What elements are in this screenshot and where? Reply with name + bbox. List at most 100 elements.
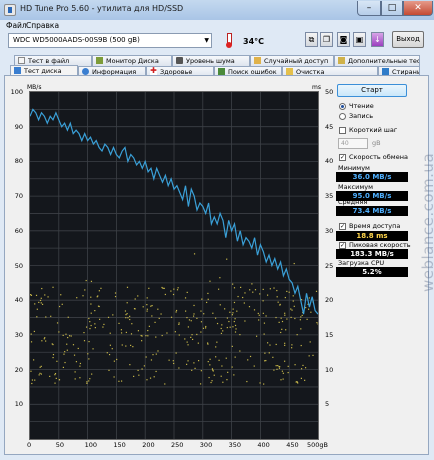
access-time-point <box>202 327 205 329</box>
access-time-point <box>277 301 279 303</box>
write-label: Запись <box>349 112 374 120</box>
access-time-point <box>216 341 218 343</box>
access-time-point <box>54 374 56 376</box>
access-time-point <box>225 357 227 359</box>
tab-disk-monitor[interactable]: Монитор Диска <box>92 55 172 66</box>
access-time-point <box>296 334 298 336</box>
access-time-point <box>89 327 91 330</box>
access-time-point <box>86 381 88 383</box>
access-time-point <box>126 286 129 288</box>
access-time-point <box>124 310 127 312</box>
access-time-point <box>193 253 196 255</box>
access-time-point <box>254 289 257 291</box>
burst-rate-checkbox[interactable]: ✓ <box>339 242 346 249</box>
minimum-label: Минимум <box>338 164 370 172</box>
save-icon[interactable]: ▣ <box>353 32 366 47</box>
access-time-point <box>39 299 42 302</box>
access-time-point <box>113 376 115 378</box>
access-time-point <box>294 317 296 320</box>
access-time-point <box>284 312 286 314</box>
access-time-point <box>192 315 195 317</box>
access-time-point <box>212 370 214 372</box>
access-time-point <box>257 312 259 315</box>
access-time-point <box>235 328 237 330</box>
access-time-point <box>209 358 211 360</box>
access-time-point <box>40 302 42 304</box>
access-time-point <box>125 314 127 316</box>
tests-icon <box>338 57 345 64</box>
access-time-point <box>280 379 282 381</box>
maximize-button[interactable]: □ <box>381 1 403 16</box>
copy-icon[interactable]: ⧉ <box>305 32 318 47</box>
access-time-point <box>279 304 281 306</box>
access-time-point <box>178 334 180 336</box>
write-radio[interactable] <box>339 113 346 120</box>
tab-random-access[interactable]: Случайный доступ <box>250 55 334 66</box>
minimize-button[interactable]: – <box>357 1 381 16</box>
menu-help[interactable]: Справка <box>26 21 59 30</box>
access-time-point <box>166 332 168 334</box>
access-time-point <box>43 338 45 340</box>
access-time-point <box>51 343 53 345</box>
access-time-point <box>293 305 295 307</box>
close-button[interactable]: ✕ <box>403 1 433 16</box>
copy-all-icon[interactable]: ❐ <box>320 32 333 47</box>
access-time-point <box>146 310 148 312</box>
access-time-point <box>263 383 265 385</box>
access-time-point <box>312 354 314 356</box>
access-time-point <box>145 356 147 358</box>
access-time-point <box>280 317 282 319</box>
access-time-point <box>234 324 237 327</box>
menu-file[interactable]: Файл <box>6 21 27 30</box>
access-time-point <box>196 317 198 319</box>
access-time-point <box>85 326 88 328</box>
access-time-point <box>121 344 123 346</box>
access-time-point <box>222 381 224 383</box>
short-step-checkbox[interactable] <box>339 127 346 134</box>
access-time-point <box>233 287 236 289</box>
start-button[interactable]: Старт <box>337 84 407 97</box>
tab-extra-tests[interactable]: Дополнительные тесты <box>334 55 420 66</box>
access-time-point <box>39 372 41 374</box>
access-time-checkbox[interactable]: ✓ <box>339 223 346 230</box>
access-time-point <box>209 280 211 282</box>
access-time-point <box>31 379 34 381</box>
access-time-point <box>275 316 277 319</box>
access-time-point <box>215 356 217 358</box>
access-time-point <box>259 293 261 295</box>
y-tick-right: 40 <box>325 157 334 166</box>
access-time-point <box>85 279 87 282</box>
y-tick-left: 70 <box>14 192 23 201</box>
access-time-point <box>315 290 318 292</box>
average-value: 73.4 MB/s <box>336 206 408 216</box>
access-time-point <box>309 341 311 343</box>
access-time-point <box>288 291 290 293</box>
read-radio[interactable] <box>339 103 346 110</box>
window-title: HD Tune Pro 5.60 - утилита для HD/SSD <box>20 4 184 13</box>
access-time-point <box>120 380 123 382</box>
access-time-point <box>276 368 278 370</box>
screenshot-icon[interactable]: ◙ <box>337 32 350 47</box>
drive-select[interactable]: WDC WD5000AADS-00S9B (500 gB) ▼ <box>8 33 212 48</box>
access-time-point <box>317 323 319 325</box>
access-time-point <box>66 349 68 351</box>
access-time-point <box>237 295 239 298</box>
average-label: Средняя <box>338 198 368 206</box>
access-time-point <box>70 335 72 337</box>
short-step-spinner[interactable]: 40 <box>338 138 368 149</box>
transfer-rate-checkbox[interactable]: ✓ <box>339 154 346 161</box>
download-icon[interactable]: ↓ <box>371 32 384 47</box>
tab-noise-level[interactable]: Уровень шума <box>172 55 250 66</box>
access-time-point <box>176 289 179 291</box>
access-time-point <box>102 326 104 328</box>
y-tick-left: 100 <box>10 88 23 96</box>
menu-bar: Файл Справка <box>0 20 434 32</box>
access-time-point <box>150 305 152 307</box>
file-icon <box>18 57 25 64</box>
access-time-point <box>130 333 133 335</box>
access-time-point <box>259 382 261 384</box>
access-time-point <box>236 310 238 312</box>
exit-button[interactable]: Выход <box>392 31 424 48</box>
access-time-point <box>239 334 241 336</box>
access-time-point <box>231 314 234 316</box>
